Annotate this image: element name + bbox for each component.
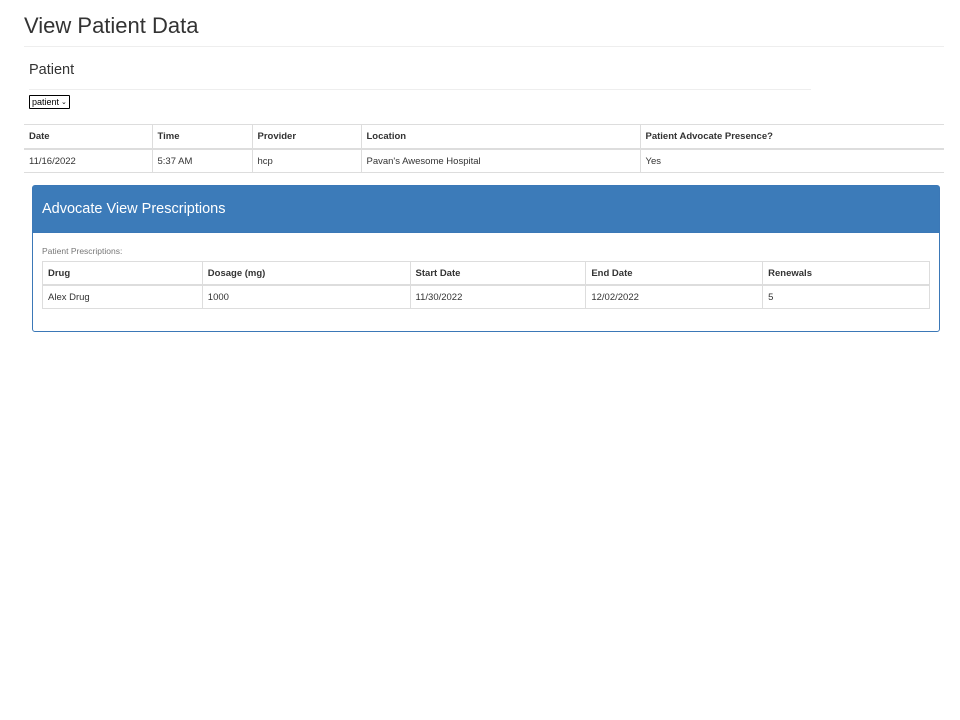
rx-header-end-date: End Date — [585, 261, 764, 286]
rx-header-drug: Drug — [42, 261, 203, 286]
visit-time-cell: 5:37 AM — [151, 148, 252, 173]
prescriptions-header-row: Drug Dosage (mg) Start Date End Date Ren… — [42, 261, 930, 286]
visits-table: Date Time Provider Location Patient Advo… — [24, 124, 944, 173]
rx-header-dosage: Dosage (mg) — [201, 261, 411, 286]
patient-select-value: patient — [32, 96, 60, 107]
rx-start-date-cell: 11/30/2022 — [409, 284, 587, 309]
section-divider — [29, 89, 811, 90]
rx-end-date-cell: 12/02/2022 — [585, 284, 764, 309]
visits-header-provider: Provider — [251, 124, 361, 150]
rx-drug-cell: Alex Drug — [42, 284, 203, 309]
visits-header-row: Date Time Provider Location Patient Advo… — [24, 124, 944, 150]
visits-header-advocate-presence: Patient Advocate Presence? — [639, 124, 944, 150]
prescriptions-panel: Advocate View Prescriptions Patient Pres… — [32, 185, 940, 332]
page-title: View Patient Data — [24, 13, 199, 38]
rx-header-renewals: Renewals — [762, 261, 930, 286]
visit-advocate-presence-cell: Yes — [639, 148, 944, 173]
table-row: 11/16/2022 5:37 AM hcp Pavan's Awesome H… — [24, 148, 944, 173]
title-divider — [24, 46, 944, 47]
panel-title: Advocate View Prescriptions — [42, 201, 226, 217]
rx-dosage-cell: 1000 — [201, 284, 411, 309]
visit-provider-cell: hcp — [251, 148, 361, 173]
rx-renewals-cell: 5 — [762, 284, 930, 309]
visits-header-location: Location — [360, 124, 640, 150]
visits-header-date: Date — [24, 124, 152, 150]
prescriptions-caption: Patient Prescriptions: — [42, 246, 123, 256]
patient-section-title: Patient — [29, 62, 75, 78]
visit-location-cell: Pavan's Awesome Hospital — [360, 148, 640, 173]
prescriptions-table: Drug Dosage (mg) Start Date End Date Ren… — [42, 261, 930, 309]
visits-header-time: Time — [151, 124, 252, 150]
patient-select[interactable]: patient ⌄ — [29, 95, 70, 109]
page: View Patient Data Patient patient ⌄ Date… — [0, 0, 960, 720]
chevron-down-icon: ⌄ — [61, 98, 67, 106]
table-row: Alex Drug 1000 11/30/2022 12/02/2022 5 — [42, 284, 930, 309]
visit-date-cell: 11/16/2022 — [24, 148, 152, 173]
rx-header-start-date: Start Date — [409, 261, 587, 286]
panel-heading: Advocate View Prescriptions — [33, 186, 939, 233]
